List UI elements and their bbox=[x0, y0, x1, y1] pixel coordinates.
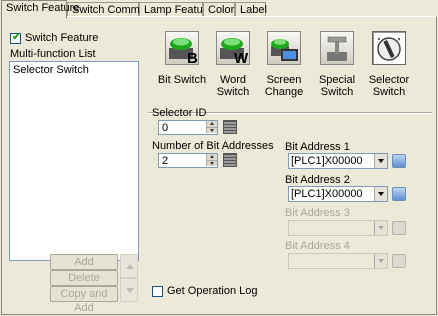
special-switch-button[interactable] bbox=[320, 31, 354, 65]
keypad-icon[interactable] bbox=[223, 153, 237, 167]
tab-lamp-feature[interactable]: Lamp Feature bbox=[139, 2, 212, 17]
num-bit-addresses-label: Number of Bit Addresses bbox=[152, 140, 274, 152]
tab-bar: Switch Feature Switch Common Lamp Featur… bbox=[0, 0, 438, 18]
operation-log-checkbox[interactable] bbox=[152, 286, 163, 297]
selector-id-label: Selector ID bbox=[152, 107, 207, 119]
bit-address-1-label: Bit Address 1 bbox=[285, 141, 350, 153]
word-switch-label: Word Switch bbox=[216, 74, 250, 98]
num-bit-addresses-input[interactable]: 2 bbox=[158, 153, 218, 168]
copy-and-add-button[interactable]: Copy and Add bbox=[50, 286, 118, 314]
screen-change-button[interactable] bbox=[267, 31, 301, 65]
address-picker-icon[interactable] bbox=[392, 254, 406, 268]
chevron-down-icon[interactable] bbox=[374, 254, 387, 268]
bit-address-2-label: Bit Address 2 bbox=[285, 174, 350, 186]
tab-color[interactable]: Color bbox=[203, 2, 235, 17]
bit-switch-icon: B bbox=[169, 38, 198, 67]
multifunction-list-title: Multi-function List bbox=[10, 48, 96, 60]
list-item[interactable]: Selector Switch bbox=[10, 62, 138, 78]
svg-text:W: W bbox=[234, 50, 249, 64]
switch-feature-label: Switch Feature bbox=[25, 32, 99, 44]
move-down-button[interactable] bbox=[120, 278, 138, 302]
keypad-icon[interactable] bbox=[223, 120, 237, 134]
bit-address-3-select[interactable] bbox=[288, 220, 388, 236]
word-switch-icon: W bbox=[220, 38, 249, 67]
special-switch-label: Special Switch bbox=[318, 74, 356, 98]
chevron-down-icon[interactable] bbox=[374, 221, 387, 235]
bit-switch-label: Bit Switch bbox=[157, 74, 207, 86]
chevron-down-icon[interactable] bbox=[374, 187, 387, 201]
checkmark-icon: ✔ bbox=[12, 32, 21, 43]
address-picker-icon[interactable] bbox=[392, 187, 406, 201]
bit-switch-button[interactable]: B bbox=[165, 31, 199, 67]
arrow-down-icon bbox=[126, 288, 134, 293]
operation-log-label: Get Operation Log bbox=[167, 285, 258, 297]
selector-switch-icon bbox=[377, 37, 401, 61]
bit-address-4-select[interactable] bbox=[288, 253, 388, 269]
bit-address-4-label: Bit Address 4 bbox=[285, 240, 350, 252]
arrow-up-icon bbox=[126, 264, 134, 269]
tab-label[interactable]: Label bbox=[235, 2, 267, 17]
selector-switch-label: Selector Switch bbox=[368, 74, 410, 98]
address-picker-icon[interactable] bbox=[392, 154, 406, 168]
selector-id-input[interactable]: 0 bbox=[158, 120, 218, 135]
delete-button[interactable]: Delete bbox=[50, 270, 118, 286]
spin-down-icon[interactable] bbox=[206, 127, 217, 133]
selector-switch-button[interactable] bbox=[372, 31, 406, 65]
address-picker-icon[interactable] bbox=[392, 221, 406, 235]
bit-address-3-label: Bit Address 3 bbox=[285, 207, 350, 219]
move-up-button[interactable] bbox=[120, 254, 138, 278]
add-button[interactable]: Add bbox=[50, 254, 118, 270]
svg-text:B: B bbox=[187, 50, 198, 64]
tab-panel: ✔ Switch Feature Multi-function List Sel… bbox=[1, 16, 437, 315]
tab-switch-feature[interactable]: Switch Feature bbox=[1, 0, 79, 18]
word-switch-button[interactable]: W bbox=[216, 31, 250, 67]
bit-address-1-select[interactable]: [PLC1]X00000 bbox=[288, 153, 388, 169]
chevron-down-icon[interactable] bbox=[374, 154, 387, 168]
screen-change-icon bbox=[271, 39, 298, 61]
screen-change-label: Screen Change bbox=[264, 74, 304, 98]
special-switch-icon bbox=[327, 36, 347, 61]
multifunction-list[interactable]: Selector Switch bbox=[9, 61, 139, 261]
bit-address-2-select[interactable]: [PLC1]X00000 bbox=[288, 186, 388, 202]
spin-down-icon[interactable] bbox=[206, 160, 217, 166]
switch-feature-checkbox[interactable]: ✔ bbox=[10, 32, 21, 44]
